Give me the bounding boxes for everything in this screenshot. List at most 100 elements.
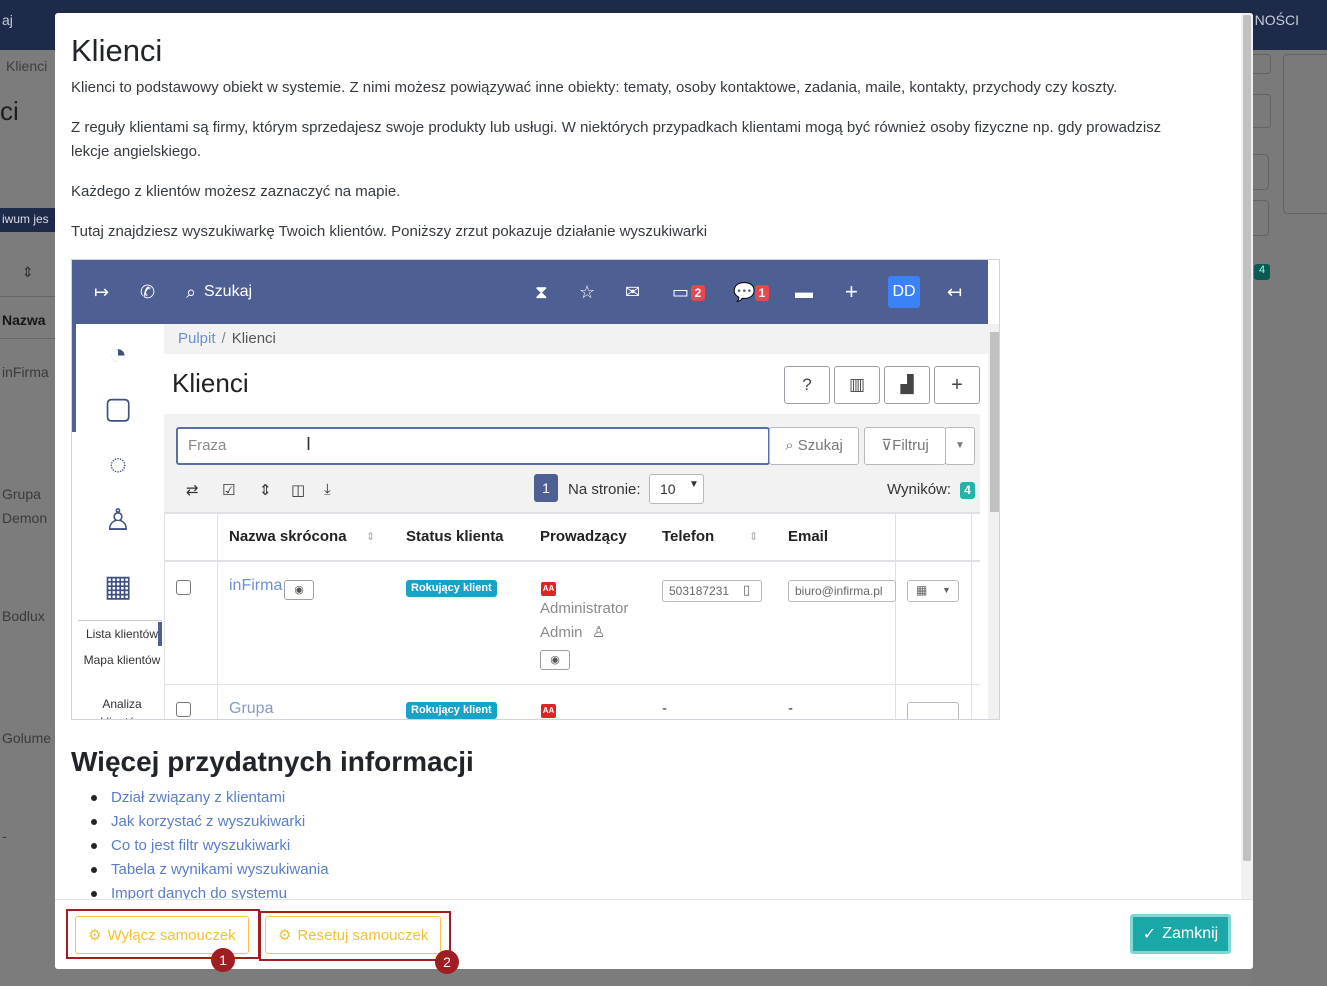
background-divider	[0, 338, 56, 339]
chat-icon: ◌	[109, 448, 127, 481]
search-icon: ⌕	[186, 282, 197, 302]
more-info-heading: Więcej przydatnych informacji	[71, 746, 474, 777]
sign-in-icon: ↦	[94, 282, 110, 302]
row-actions	[907, 580, 959, 602]
link-data-import[interactable]: Import danych do systemu	[91, 882, 329, 899]
breadcrumb-current: Klienci	[231, 330, 276, 347]
breadcrumb-separator: /	[221, 330, 226, 347]
column-header-name: Nazwa skrócona	[229, 528, 347, 545]
sort-icon: ⇕	[749, 531, 759, 543]
filter-button-label: Filtruj	[892, 437, 929, 454]
owner-surname: Admin	[540, 624, 583, 641]
background-row: Bodlux	[2, 608, 45, 624]
table-header: Nazwa skrócona ⇕ Status klienta Prowadzą…	[164, 514, 980, 562]
check-square-icon: ☑	[222, 482, 236, 499]
column-header-phone: Telefon	[662, 528, 715, 545]
eye-icon: ◉	[284, 580, 314, 600]
intro-paragraph: Klienci to podstawowy obiekt w systemie.…	[71, 79, 1118, 96]
sidebar-item-client-map: Mapa klientów	[83, 653, 161, 667]
row-checkbox	[176, 702, 191, 717]
breadcrumb: Pulpit / Klienci	[164, 324, 988, 354]
owner-badge: AA	[541, 704, 556, 718]
chart-button: ▟	[884, 366, 930, 404]
background-sort-icon: ⇕	[22, 264, 34, 280]
client-name-link: Grupa	[229, 700, 274, 717]
row-checkbox	[176, 580, 191, 595]
sidebar-divider	[78, 620, 162, 621]
chevron-down-icon: ▼	[942, 585, 951, 595]
filter-button: ⊽Filtruj	[864, 427, 946, 465]
sidebar-active-indicator	[72, 324, 76, 432]
background-count-badge: 4	[1254, 264, 1270, 280]
background-row: Golume	[2, 730, 52, 746]
reset-tutorial-button[interactable]: ⚙ Resetuj samouczek	[265, 916, 442, 954]
close-button[interactable]: ✓ Zamknij	[1130, 914, 1231, 954]
owner-name: Administrator	[540, 600, 629, 617]
hourglass-icon: ⧗	[535, 282, 548, 302]
link-clients-section[interactable]: Dział związany z klientami	[91, 786, 329, 810]
map-paragraph: Każdego z klientów możesz zaznaczyć na m…	[71, 183, 401, 200]
background-topbar-right: NOŚCI	[1254, 12, 1299, 28]
status-badge: Rokujący klient	[406, 580, 497, 597]
email-value: -	[788, 700, 793, 717]
annotation-number-1: 1	[211, 948, 235, 972]
user-avatar: DD	[888, 276, 920, 308]
modal-scroll-thumb[interactable]	[1243, 15, 1251, 861]
sidebar-item-client-analysis: Analiza klientów	[100, 697, 143, 719]
download-icon: ⤓	[324, 481, 331, 498]
per-page-label: Na stronie:	[568, 481, 641, 498]
map-button: ▥	[834, 366, 880, 404]
search-button: ⌕ Szukaj	[769, 427, 859, 465]
background-row: inFirma	[2, 364, 49, 380]
clients-table: Nazwa skrócona ⇕ Status klienta Prowadzą…	[164, 512, 980, 719]
credit-card-icon: ▬	[795, 282, 813, 302]
link-search-usage[interactable]: Jak korzystać z wyszukiwarki	[91, 810, 329, 834]
search-input: Fraza	[176, 427, 770, 465]
sort-icon: ⇕	[366, 531, 376, 543]
page-number: 1	[534, 474, 558, 502]
results-label: Wyników:	[887, 481, 952, 498]
user-icon: ♙	[592, 624, 606, 641]
column-header-email: Email	[788, 528, 829, 545]
add-button: +	[934, 366, 980, 404]
companies-paragraph: Z reguły klientami są firmy, którym sprz…	[71, 119, 1162, 160]
row-actions	[907, 702, 959, 719]
link-search-filter[interactable]: Co to jest filtr wyszukiwarki	[91, 834, 329, 858]
mail-icon: ✉	[625, 282, 641, 302]
modal-scrollbar[interactable]	[1241, 13, 1253, 899]
background-row: -	[2, 828, 7, 844]
owner-badge: AA	[541, 582, 556, 596]
user-icon: ♙	[104, 504, 132, 537]
sidebar-item-client-list: Lista klientów	[85, 627, 159, 641]
screenshot-topbar: ↦ ✆ ⌕ Szukaj ⧗ ☆ ✉ ▭ 2 💬 1 ▬ + DD ↤	[72, 260, 988, 324]
link-results-table[interactable]: Tabela z wynikami wyszukiwania	[91, 858, 329, 882]
background-breadcrumb: Klienci	[6, 58, 48, 74]
tutorial-modal: Klienci Klienci to podstawowy obiekt w s…	[55, 13, 1253, 969]
gear-icon: ⚙	[278, 927, 292, 944]
status-badge: Rokujący klient	[406, 702, 497, 719]
close-label: Zamknij	[1162, 925, 1219, 942]
help-button: ?	[784, 366, 830, 404]
building-icon: ▦	[916, 583, 928, 597]
email-field: biuro@infirma.pl	[788, 580, 896, 602]
background-row: Demon	[2, 510, 48, 526]
background-archive-badge: iwum jes	[0, 208, 56, 232]
tutorial-screenshot: ↦ ✆ ⌕ Szukaj ⧗ ☆ ✉ ▭ 2 💬 1 ▬ + DD ↤ ◔ ▢ …	[71, 259, 1000, 720]
chat-badge: 1	[755, 285, 769, 301]
chat-icon: 💬	[733, 282, 756, 302]
background-topbar-left: aj	[2, 12, 13, 28]
expand-icon: ⇕	[259, 482, 272, 499]
search-button-label: Szukaj	[797, 437, 843, 454]
more-info-links: Dział związany z klientami Jak korzystać…	[91, 786, 329, 899]
dashboard-icon: ◔	[108, 338, 128, 371]
background-right-column	[1249, 50, 1327, 986]
star-icon: ☆	[579, 282, 596, 302]
columns-icon: ◫	[291, 482, 306, 499]
gear-icon: ⚙	[88, 927, 102, 944]
check-icon: ✓	[1142, 926, 1157, 943]
background-row: Grupa	[2, 486, 41, 502]
reset-tutorial-label: Resetuj samouczek	[297, 926, 429, 944]
calendar-icon: ▢	[103, 392, 133, 425]
annotation-number-2: 2	[435, 950, 459, 974]
calendar-badge: 2	[691, 285, 705, 301]
